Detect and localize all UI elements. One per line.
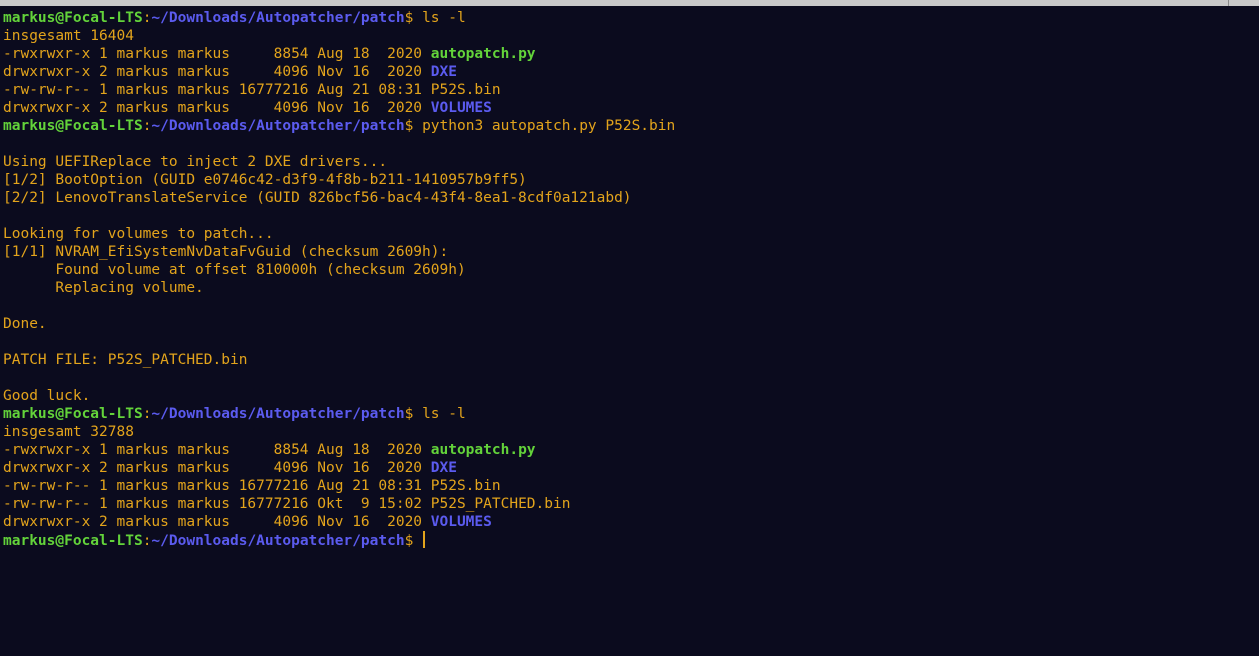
file-meta: -rwxrwxr-x 1 markus markus 8854 Aug 18 2…: [3, 442, 431, 458]
file-name: DXE: [430, 64, 457, 80]
output-line: Replacing volume.: [3, 280, 204, 296]
output-line: [2/2] LenovoTranslateService (GUID 826bc…: [3, 190, 632, 206]
output-line: insgesamt 32788: [3, 424, 134, 440]
output-line: PATCH FILE: P52S_PATCHED.bin: [3, 352, 248, 368]
output-line: Good luck.: [3, 388, 91, 404]
prompt-symbol: $: [404, 533, 423, 549]
file-name: autopatch.py: [430, 442, 536, 458]
file-name: DXE: [430, 460, 457, 476]
prompt-user: markus@Focal-LTS: [3, 406, 143, 422]
file-name: P52S_PATCHED.bin: [430, 496, 571, 512]
file-name: P52S.bin: [430, 478, 501, 494]
command-text: ls -l: [422, 406, 466, 422]
prompt-user: markus@Focal-LTS: [3, 10, 143, 26]
prompt-symbol: $: [404, 10, 423, 26]
file-meta: drwxrwxr-x 2 markus markus 4096 Nov 16 2…: [3, 64, 431, 80]
file-listing-row: -rwxrwxr-x 1 markus markus 8854 Aug 18 2…: [3, 45, 1259, 63]
file-meta: -rw-rw-r-- 1 markus markus 16777216 Aug …: [3, 82, 431, 98]
file-listing-row: drwxrwxr-x 2 markus markus 4096 Nov 16 2…: [3, 99, 1259, 117]
output-line: insgesamt 16404: [3, 28, 134, 44]
prompt-line: markus@Focal-LTS:~/Downloads/Autopatcher…: [3, 117, 1259, 135]
file-listing-row: -rw-rw-r-- 1 markus markus 16777216 Okt …: [3, 495, 1259, 513]
output-line: Done.: [3, 316, 47, 332]
file-meta: -rwxrwxr-x 1 markus markus 8854 Aug 18 2…: [3, 46, 431, 62]
text-cursor: [423, 531, 426, 548]
prompt-path: ~/Downloads/Autopatcher/patch: [151, 10, 405, 26]
output-line: Looking for volumes to patch...: [3, 226, 274, 242]
prompt-line: markus@Focal-LTS:~/Downloads/Autopatcher…: [3, 9, 1259, 27]
prompt-line: markus@Focal-LTS:~/Downloads/Autopatcher…: [3, 531, 1259, 549]
command-text: ls -l: [422, 10, 466, 26]
terminal-output[interactable]: markus@Focal-LTS:~/Downloads/Autopatcher…: [3, 9, 1259, 549]
output-line: Using UEFIReplace to inject 2 DXE driver…: [3, 154, 388, 170]
prompt-user: markus@Focal-LTS: [3, 533, 143, 549]
prompt-symbol: $: [404, 118, 423, 134]
file-meta: drwxrwxr-x 2 markus markus 4096 Nov 16 2…: [3, 460, 431, 476]
file-listing-row: -rw-rw-r-- 1 markus markus 16777216 Aug …: [3, 477, 1259, 495]
file-meta: drwxrwxr-x 2 markus markus 4096 Nov 16 2…: [3, 100, 431, 116]
prompt-path: ~/Downloads/Autopatcher/patch: [151, 406, 405, 422]
file-name: VOLUMES: [430, 514, 492, 530]
prompt-user: markus@Focal-LTS: [3, 118, 143, 134]
file-listing-row: drwxrwxr-x 2 markus markus 4096 Nov 16 2…: [3, 513, 1259, 531]
command-text: python3 autopatch.py P52S.bin: [422, 118, 676, 134]
prompt-path: ~/Downloads/Autopatcher/patch: [151, 118, 405, 134]
prompt-symbol: $: [404, 406, 423, 422]
prompt-path: ~/Downloads/Autopatcher/patch: [151, 533, 405, 549]
file-listing-row: -rw-rw-r-- 1 markus markus 16777216 Aug …: [3, 81, 1259, 99]
file-meta: drwxrwxr-x 2 markus markus 4096 Nov 16 2…: [3, 514, 431, 530]
file-name: P52S.bin: [430, 82, 501, 98]
prompt-line: markus@Focal-LTS:~/Downloads/Autopatcher…: [3, 405, 1259, 423]
output-line: [1/2] BootOption (GUID e0746c42-d3f9-4f8…: [3, 172, 527, 188]
file-name: autopatch.py: [430, 46, 536, 62]
output-line: [1/1] NVRAM_EfiSystemNvDataFvGuid (check…: [3, 244, 449, 260]
file-listing-row: drwxrwxr-x 2 markus markus 4096 Nov 16 2…: [3, 63, 1259, 81]
file-meta: -rw-rw-r-- 1 markus markus 16777216 Okt …: [3, 496, 431, 512]
output-line: Found volume at offset 810000h (checksum…: [3, 262, 466, 278]
file-listing-row: -rwxrwxr-x 1 markus markus 8854 Aug 18 2…: [3, 441, 1259, 459]
file-listing-row: drwxrwxr-x 2 markus markus 4096 Nov 16 2…: [3, 459, 1259, 477]
top-bar-edge: [1228, 0, 1229, 6]
file-name: VOLUMES: [430, 100, 492, 116]
window-top-bar: [0, 0, 1259, 6]
file-meta: -rw-rw-r-- 1 markus markus 16777216 Aug …: [3, 478, 431, 494]
